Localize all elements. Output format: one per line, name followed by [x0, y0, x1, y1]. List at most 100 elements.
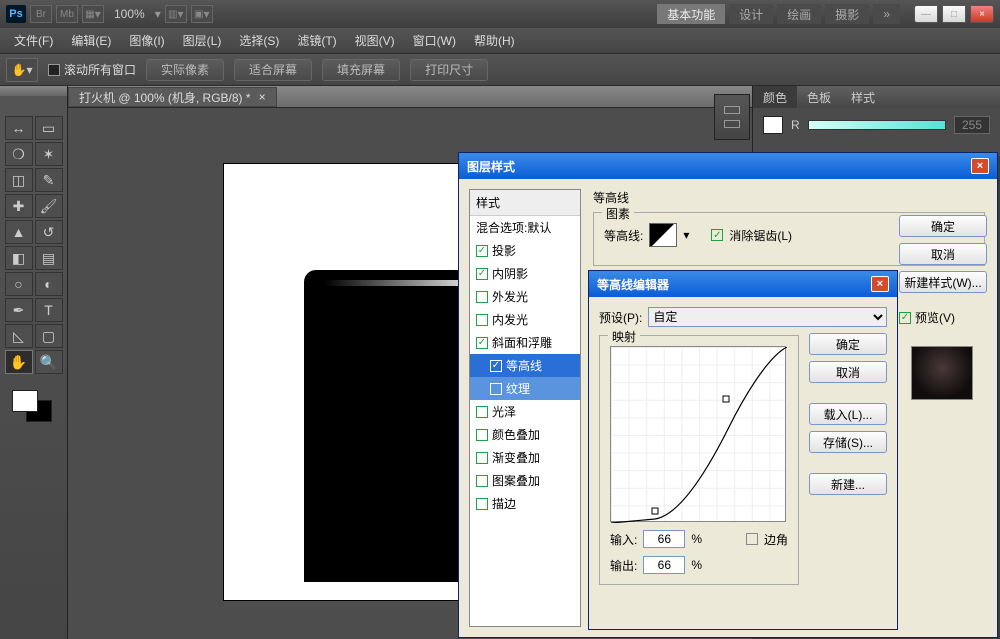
- blur-tool[interactable]: ○: [5, 272, 33, 296]
- menu-select[interactable]: 选择(S): [231, 30, 287, 51]
- contour-thumbnail[interactable]: [649, 223, 677, 247]
- preset-select[interactable]: 自定: [648, 307, 887, 327]
- collapsed-panel-icons[interactable]: [714, 94, 750, 140]
- view-extras-icon[interactable]: ▦▾: [82, 5, 104, 23]
- ce-load-button[interactable]: 载入(L)...: [809, 403, 887, 425]
- antialias-checkbox[interactable]: ✓: [711, 229, 723, 241]
- layer-style-close-icon[interactable]: ×: [971, 158, 989, 174]
- pen-tool[interactable]: ✒: [5, 298, 33, 322]
- gradient-overlay-item[interactable]: 渐变叠加: [470, 446, 580, 469]
- current-tool-icon[interactable]: ✋▾: [6, 58, 38, 82]
- shape-tool[interactable]: ▢: [35, 324, 63, 348]
- document-tab-close-icon[interactable]: ×: [259, 90, 266, 104]
- panel-fg-swatch[interactable]: [763, 116, 783, 134]
- brush-tool[interactable]: 🖌: [35, 194, 63, 218]
- drop-shadow-item[interactable]: ✓投影: [470, 239, 580, 262]
- contour-editor-titlebar[interactable]: 等高线编辑器 ×: [589, 271, 897, 297]
- fit-screen-button[interactable]: 适合屏幕: [234, 59, 312, 81]
- eraser-tool[interactable]: ◧: [5, 246, 33, 270]
- contour-curve[interactable]: [610, 346, 786, 522]
- eyedropper-tool[interactable]: ✎: [35, 168, 63, 192]
- curve-point-1[interactable]: [651, 507, 658, 514]
- hand-tool[interactable]: ✋: [5, 350, 33, 374]
- blend-options-item[interactable]: 混合选项:默认: [470, 216, 580, 239]
- marquee-tool[interactable]: ▭: [35, 116, 63, 140]
- actual-pixels-button[interactable]: 实际像素: [146, 59, 224, 81]
- dodge-tool[interactable]: ◐: [35, 272, 63, 296]
- satin-item[interactable]: 光泽: [470, 400, 580, 423]
- menu-view[interactable]: 视图(V): [347, 30, 403, 51]
- foreground-color-swatch[interactable]: [12, 390, 38, 412]
- type-tool[interactable]: T: [35, 298, 63, 322]
- preview-checkbox[interactable]: ✓预览(V): [899, 309, 987, 326]
- toolbox-handle[interactable]: [0, 86, 67, 96]
- workspace-design[interactable]: 设计: [729, 4, 773, 24]
- menu-edit[interactable]: 编辑(E): [63, 30, 119, 51]
- color-swatches[interactable]: [6, 388, 61, 428]
- menu-window[interactable]: 窗口(W): [405, 30, 464, 51]
- mini-bridge-icon[interactable]: Mb: [56, 5, 78, 23]
- zoom-tool[interactable]: 🔍: [35, 350, 63, 374]
- zoom-dropdown-icon[interactable]: ▾: [155, 7, 161, 21]
- workspace-photo[interactable]: 摄影: [825, 4, 869, 24]
- window-minimize-button[interactable]: —: [914, 5, 938, 23]
- stamp-tool[interactable]: ▲: [5, 220, 33, 244]
- cancel-button[interactable]: 取消: [899, 243, 987, 265]
- gradient-tool[interactable]: ▤: [35, 246, 63, 270]
- input-field[interactable]: [643, 530, 685, 548]
- menu-file[interactable]: 文件(F): [6, 30, 61, 51]
- corner-checkbox[interactable]: [746, 533, 758, 545]
- window-maximize-button[interactable]: □: [942, 5, 966, 23]
- layer-style-titlebar[interactable]: 图层样式 ×: [459, 153, 997, 179]
- tab-styles[interactable]: 样式: [841, 86, 885, 108]
- menu-layer[interactable]: 图层(L): [175, 30, 230, 51]
- bridge-icon[interactable]: Br: [30, 5, 52, 23]
- inner-shadow-item[interactable]: ✓内阴影: [470, 262, 580, 285]
- new-style-button[interactable]: 新建样式(W)...: [899, 271, 987, 293]
- print-size-button[interactable]: 打印尺寸: [410, 59, 488, 81]
- scroll-all-windows-checkbox[interactable]: 滚动所有窗口: [48, 61, 136, 78]
- lasso-tool[interactable]: ❍: [5, 142, 33, 166]
- window-close-button[interactable]: ×: [970, 5, 994, 23]
- inner-glow-item[interactable]: 内发光: [470, 308, 580, 331]
- section-title: 等高线: [593, 189, 985, 206]
- workspace-more[interactable]: »: [873, 4, 900, 24]
- contour-dropdown-icon[interactable]: ▾: [683, 228, 689, 242]
- color-slider[interactable]: [808, 120, 946, 130]
- bevel-item[interactable]: ✓斜面和浮雕: [470, 331, 580, 354]
- screen-mode-icon[interactable]: ▣▾: [191, 5, 213, 23]
- heal-tool[interactable]: ✚: [5, 194, 33, 218]
- stroke-item[interactable]: 描边: [470, 492, 580, 515]
- ok-button[interactable]: 确定: [899, 215, 987, 237]
- curve-point-2[interactable]: [722, 396, 729, 403]
- fill-screen-button[interactable]: 填充屏幕: [322, 59, 400, 81]
- color-value[interactable]: 255: [954, 116, 990, 134]
- move-tool[interactable]: ↔: [5, 116, 33, 140]
- menu-filter[interactable]: 滤镜(T): [289, 30, 344, 51]
- texture-item[interactable]: 纹理: [470, 377, 580, 400]
- menu-help[interactable]: 帮助(H): [466, 30, 523, 51]
- wand-tool[interactable]: ✶: [35, 142, 63, 166]
- menu-image[interactable]: 图像(I): [121, 30, 172, 51]
- ce-cancel-button[interactable]: 取消: [809, 361, 887, 383]
- workspace-basic[interactable]: 基本功能: [657, 4, 725, 24]
- ce-new-button[interactable]: 新建...: [809, 473, 887, 495]
- workspace-paint[interactable]: 绘画: [777, 4, 821, 24]
- tab-swatches[interactable]: 色板: [797, 86, 841, 108]
- output-field[interactable]: [643, 556, 685, 574]
- arrange-icon[interactable]: ▥▾: [165, 5, 187, 23]
- history-brush-tool[interactable]: ↺: [35, 220, 63, 244]
- path-tool[interactable]: ◺: [5, 324, 33, 348]
- contour-item[interactable]: ✓等高线: [470, 354, 580, 377]
- outer-glow-item[interactable]: 外发光: [470, 285, 580, 308]
- ce-save-button[interactable]: 存储(S)...: [809, 431, 887, 453]
- color-overlay-item[interactable]: 颜色叠加: [470, 423, 580, 446]
- contour-editor-close-icon[interactable]: ×: [871, 276, 889, 292]
- document-tab[interactable]: 打火机 @ 100% (机身, RGB/8) * ×: [68, 87, 277, 107]
- menu-bar: 文件(F) 编辑(E) 图像(I) 图层(L) 选择(S) 滤镜(T) 视图(V…: [0, 28, 1000, 54]
- zoom-level[interactable]: 100%: [108, 7, 151, 21]
- ce-ok-button[interactable]: 确定: [809, 333, 887, 355]
- tab-color[interactable]: 颜色: [753, 86, 797, 108]
- crop-tool[interactable]: ◫: [5, 168, 33, 192]
- pattern-overlay-item[interactable]: 图案叠加: [470, 469, 580, 492]
